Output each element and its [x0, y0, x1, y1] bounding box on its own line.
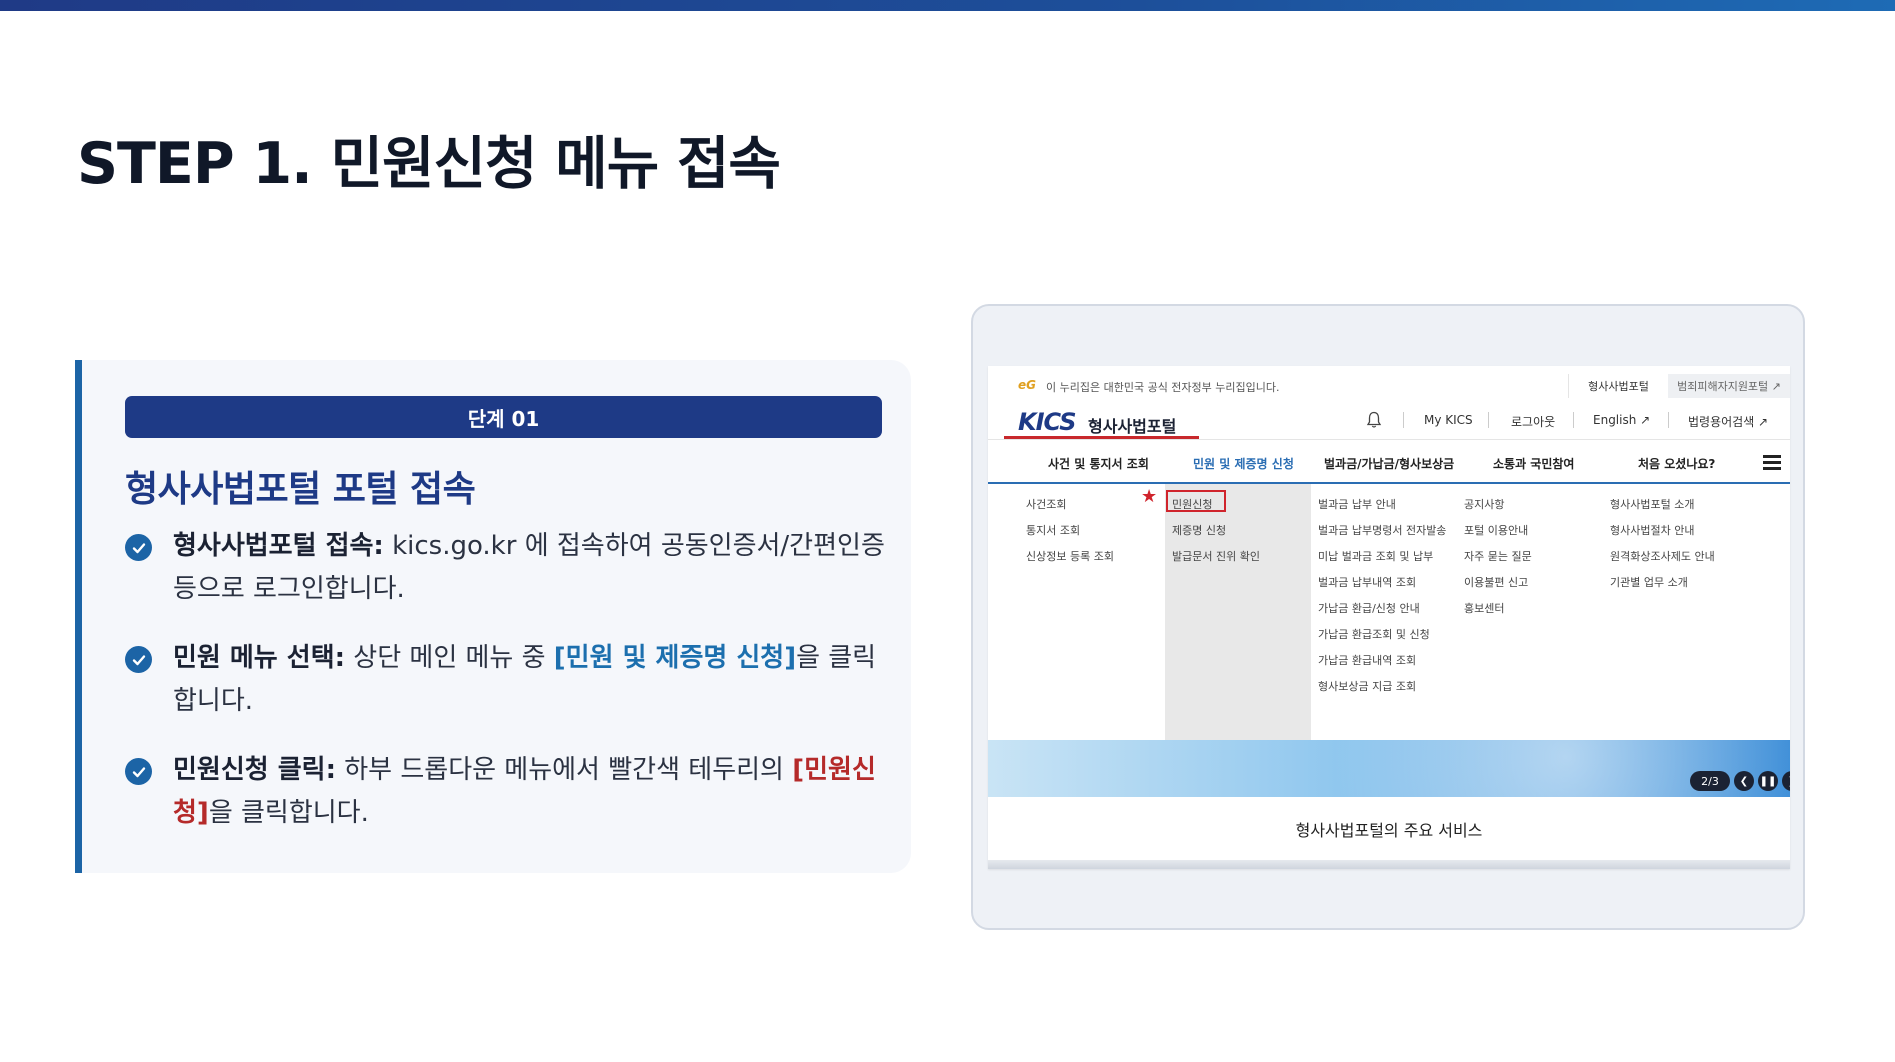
- bullet-label: 형사사법포털 접속:: [173, 531, 384, 561]
- banner-pager: 2/3: [1690, 771, 1730, 791]
- menu-item[interactable]: 가납금 환급조회 및 신청: [1318, 626, 1430, 642]
- bell-icon[interactable]: [1366, 411, 1382, 429]
- menu-item[interactable]: 신상정보 등록 조회: [1026, 548, 1114, 564]
- kics-logo[interactable]: KICS: [1018, 408, 1077, 436]
- menu-item[interactable]: 제증명 신청: [1172, 522, 1226, 538]
- divider: [1668, 412, 1669, 428]
- list-item: 형사사법포털 접속: kics.go.kr 에 접속하여 공동인증서/간편인증 …: [125, 525, 885, 611]
- menu-item[interactable]: 벌과금 납부명령서 전자발송: [1318, 522, 1446, 538]
- step-heading: 형사사법포털 포털 접속: [125, 469, 476, 510]
- page-title: STEP 1. 민원신청 메뉴 접속: [77, 131, 781, 197]
- menu-item[interactable]: 통지서 조회: [1026, 522, 1080, 538]
- services-title: 형사사법포털의 주요 서비스: [1295, 821, 1483, 840]
- list-item: 민원신청 클릭: 하부 드롭다운 메뉴에서 빨간색 테두리의 [민원신청]을 클…: [125, 749, 885, 835]
- bullet-text: 하부 드롭다운 메뉴에서 빨간색 테두리의: [335, 755, 793, 785]
- divider: [1573, 412, 1574, 428]
- pause-icon[interactable]: ❚❚: [1758, 771, 1778, 791]
- menu-item[interactable]: 이용불편 신고: [1464, 574, 1528, 590]
- victim-portal-link[interactable]: 범죄피해자지원포털 ↗: [1668, 374, 1790, 398]
- menu-item[interactable]: 형사사법절차 안내: [1610, 522, 1694, 538]
- prev-arrow-icon[interactable]: ❮: [1734, 771, 1754, 791]
- menu-item[interactable]: 홍보센터: [1464, 600, 1504, 616]
- menu-item[interactable]: 미납 벌과금 조회 및 납부: [1318, 548, 1433, 564]
- hero-banner: 2/3 ❮ ❚❚ ❯: [988, 740, 1790, 797]
- check-circle-icon: [125, 758, 152, 785]
- divider: [1403, 412, 1404, 428]
- menu-item[interactable]: 자주 묻는 질문: [1464, 548, 1532, 564]
- star-icon: ★: [1141, 486, 1158, 507]
- menu-item[interactable]: 형사보상금 지급 조회: [1318, 678, 1416, 694]
- menu-item[interactable]: 형사사법포털 소개: [1610, 496, 1694, 512]
- gov-notice-text: 이 누리집은 대한민국 공식 전자정부 누리집입니다.: [1046, 381, 1280, 394]
- bullet-text: 상단 메인 메뉴 중: [345, 643, 554, 673]
- menu-item[interactable]: 공지사항: [1464, 496, 1504, 512]
- list-item: 민원 메뉴 선택: 상단 메인 메뉴 중 [민원 및 제증명 신청]을 클릭합니…: [125, 637, 885, 723]
- menu-item-civil-petition[interactable]: 민원신청: [1172, 496, 1212, 512]
- nav-fines[interactable]: 벌과금/가납금/형사보상금: [1324, 455, 1454, 472]
- check-circle-icon: [125, 534, 152, 561]
- egov-logo-icon: eG: [1018, 378, 1036, 392]
- bullet-label: 민원 메뉴 선택:: [173, 643, 346, 673]
- nav-communication[interactable]: 소통과 국민참여: [1493, 455, 1574, 472]
- english-link[interactable]: English ↗: [1593, 413, 1650, 427]
- menu-item[interactable]: 원격화상조사제도 안내: [1610, 548, 1715, 564]
- top-accent-bar: [0, 0, 1895, 11]
- divider: [1488, 412, 1489, 428]
- logo-underline: [1004, 436, 1199, 439]
- legal-terms-link[interactable]: 법령용어검색 ↗: [1688, 413, 1768, 430]
- my-kics-link[interactable]: My KICS: [1424, 413, 1473, 427]
- menu-item[interactable]: 가납금 환급/신청 안내: [1318, 600, 1420, 616]
- nav-civil-petition[interactable]: 민원 및 제증명 신청: [1193, 455, 1294, 472]
- bullet-label: 민원신청 클릭:: [173, 755, 336, 785]
- screenshot-frame: eG 이 누리집은 대한민국 공식 전자정부 누리집입니다. 형사사법포털 범죄…: [971, 304, 1805, 930]
- step-card: 단계 01 형사사법포털 포털 접속 형사사법포털 접속: kics.go.kr…: [75, 360, 911, 873]
- bullet-text-after: 을 클릭합니다.: [208, 798, 369, 828]
- main-nav: 사건 및 통지서 조회 민원 및 제증명 신청 벌과금/가납금/형사보상금 소통…: [988, 440, 1790, 484]
- portal-link[interactable]: 형사사법포털: [1568, 374, 1668, 398]
- nav-dropdown: 사건조회 통지서 조회 신상정보 등록 조회 ★ 민원신청 제증명 신청 발급문…: [988, 484, 1790, 740]
- step-badge: 단계 01: [125, 396, 882, 438]
- menu-item[interactable]: 발급문서 진위 확인: [1172, 548, 1260, 564]
- menu-item[interactable]: 사건조회: [1026, 496, 1066, 512]
- menu-item[interactable]: 기관별 업무 소개: [1610, 574, 1688, 590]
- menu-item[interactable]: 벌과금 납부내역 조회: [1318, 574, 1416, 590]
- bullet-highlight: [민원 및 제증명 신청]: [553, 643, 797, 673]
- menu-item[interactable]: 가납금 환급내역 조회: [1318, 652, 1416, 668]
- menu-item[interactable]: 벌과금 납부 안내: [1318, 496, 1396, 512]
- site-name[interactable]: 형사사법포털: [1088, 413, 1176, 437]
- kics-portal-screenshot: eG 이 누리집은 대한민국 공식 전자정부 누리집입니다. 형사사법포털 범죄…: [988, 366, 1790, 869]
- logout-link[interactable]: 로그아웃: [1511, 413, 1555, 430]
- check-circle-icon: [125, 646, 152, 673]
- screenshot-bottom-edge: [988, 860, 1790, 869]
- nav-first-visit[interactable]: 처음 오셨나요?: [1638, 455, 1715, 472]
- hamburger-menu-icon[interactable]: [1763, 455, 1781, 470]
- menu-item[interactable]: 포털 이용안내: [1464, 522, 1528, 538]
- nav-case-inquiry[interactable]: 사건 및 통지서 조회: [1048, 455, 1149, 472]
- step-bullet-list: 형사사법포털 접속: kics.go.kr 에 접속하여 공동인증서/간편인증 …: [125, 525, 885, 861]
- header: KICS 형사사법포털 My KICS 로그아웃 English ↗ 법령용어검…: [988, 400, 1790, 440]
- gov-notice-bar: eG 이 누리집은 대한민국 공식 전자정부 누리집입니다. 형사사법포털 범죄…: [988, 366, 1790, 400]
